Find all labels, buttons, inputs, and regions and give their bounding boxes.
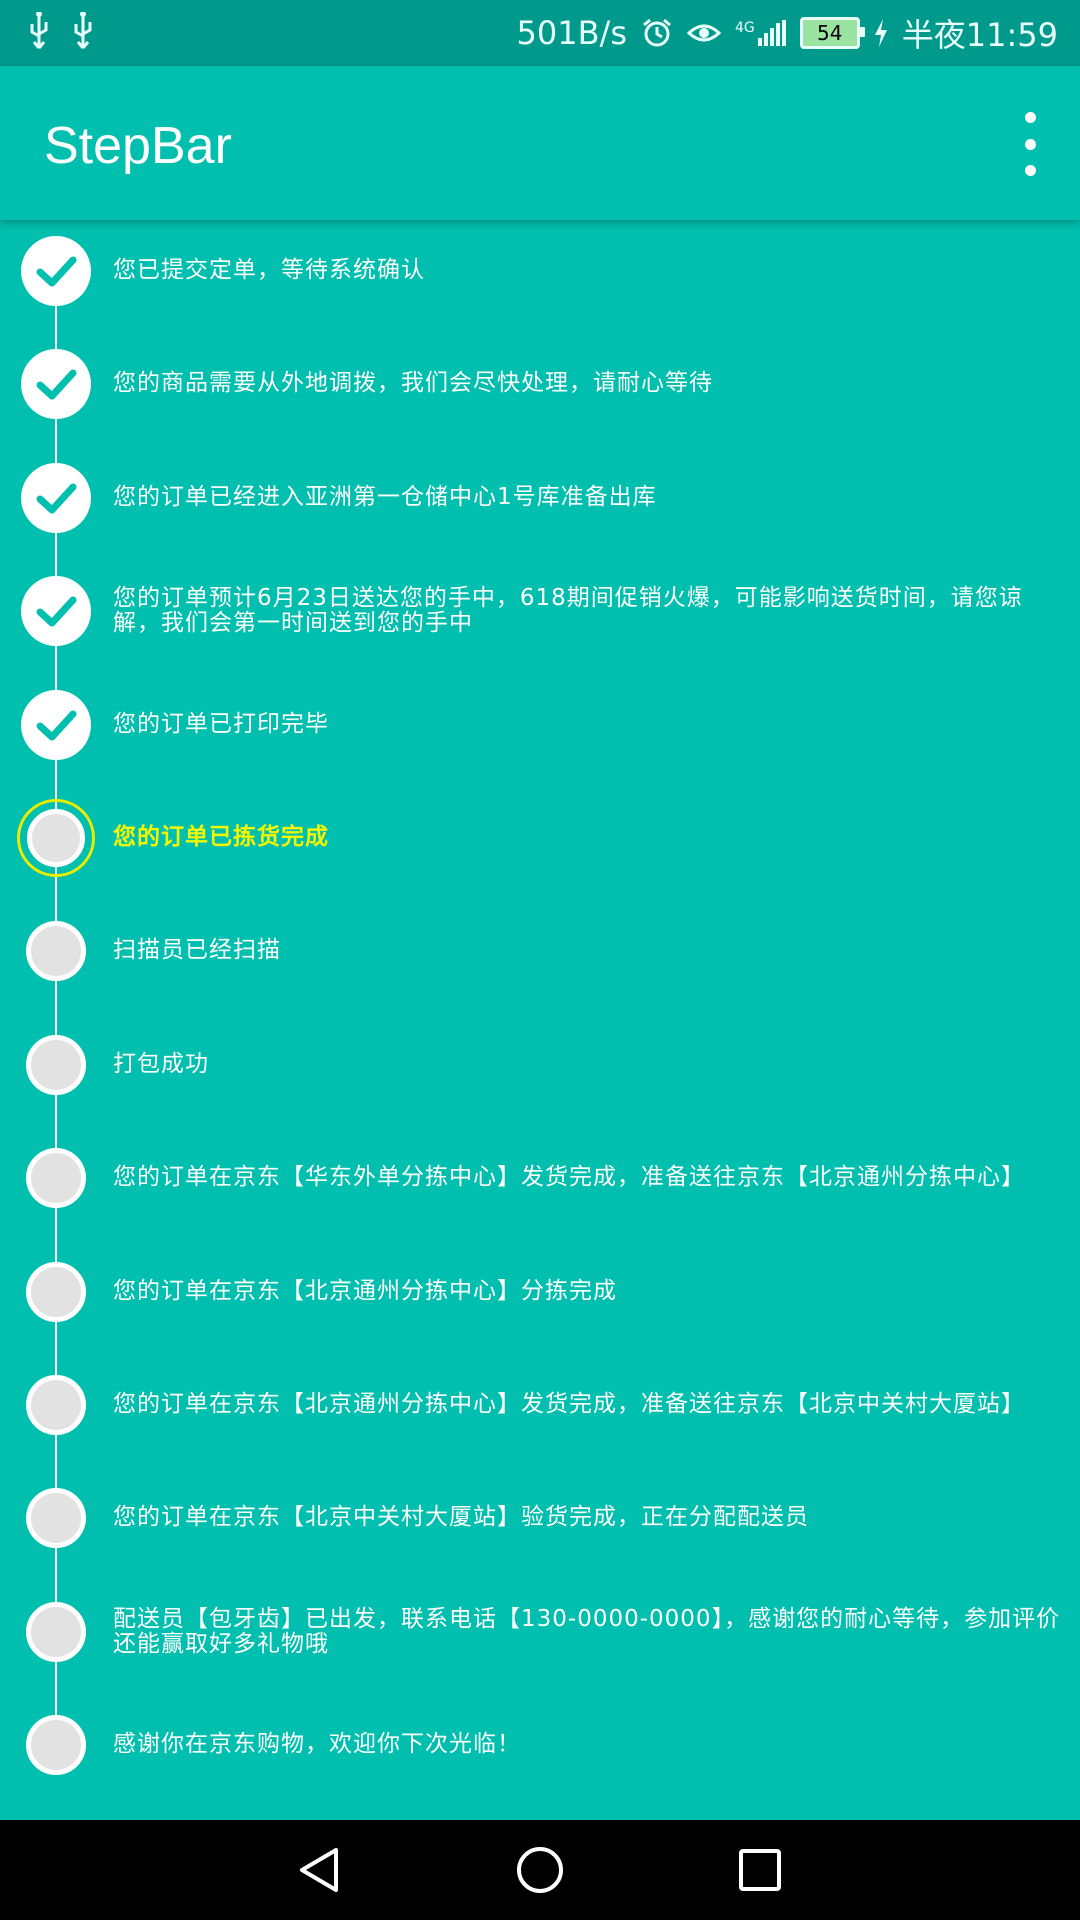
step-text: 您的订单在京东【北京通州分拣中心】分拣完成 — [113, 1277, 617, 1304]
step-text: 您已提交定单，等待系统确认 — [113, 257, 425, 283]
network-speed: 501B/s — [516, 14, 627, 52]
pending-step-indicator — [26, 1488, 86, 1549]
app-bar: StepBar — [0, 66, 1080, 220]
step-text: 您的订单已拣货完成 — [113, 824, 329, 850]
pending-step-indicator — [26, 1715, 86, 1776]
back-icon[interactable] — [292, 1842, 348, 1898]
pending-step-indicator — [26, 1601, 86, 1662]
network-type: 4G — [735, 20, 755, 36]
usb-icon — [74, 12, 92, 49]
step-text: 您的订单已经进入亚洲第一仓储中心1号库准备出库 — [113, 483, 657, 510]
battery-icon: 54 — [799, 17, 865, 49]
step-text: 您的订单预计6月23日送达您的手中，618期间促销火爆，可能影响送货时间，请您谅… — [113, 585, 1023, 637]
step-text: 扫描员已经扫描 — [113, 937, 281, 964]
current-step-indicator — [17, 799, 95, 877]
pending-step-indicator — [26, 1034, 86, 1095]
navigation-bar — [0, 1820, 1080, 1920]
clock: 半夜11:59 — [901, 16, 1058, 54]
step-text: 您的订单在京东【北京中关村大厦站】验货完成，正在分配配送员 — [113, 1504, 809, 1531]
app-title: StepBar — [44, 117, 232, 175]
usb-icon — [30, 12, 48, 49]
step-text: 感谢你在京东购物，欢迎你下次光临！ — [113, 1731, 521, 1758]
charging-icon — [874, 19, 887, 47]
step-text: 配送员【包牙齿】已出发，联系电话【130-0000-0000】，感谢您的耐心等待… — [113, 1605, 1061, 1657]
pending-step-indicator — [26, 1148, 86, 1209]
check-icon — [21, 689, 91, 760]
home-icon[interactable] — [512, 1842, 568, 1898]
step-list: 您已提交定单，等待系统确认 您的商品需要从外地调拨，我们会尽快处理，请耐心等待 您的… — [0, 220, 1080, 1820]
pending-step-indicator — [26, 921, 86, 982]
eye-icon — [687, 24, 721, 42]
step-text: 您的订单在京东【北京通州分拣中心】发货完成，准备送往京东【北京中关村大厦站】 — [113, 1391, 1025, 1417]
alarm-icon — [643, 18, 671, 47]
step-text: 打包成功 — [113, 1050, 209, 1077]
pending-step-indicator — [26, 1375, 86, 1435]
step-text: 您的订单在京东【华东外单分拣中心】发货完成，准备送往京东【北京通州分拣中心】 — [113, 1164, 1025, 1191]
check-icon — [21, 349, 91, 420]
step-text: 您的订单已打印完毕 — [113, 710, 329, 737]
check-icon — [21, 576, 91, 647]
battery-level: 54 — [817, 21, 843, 45]
check-icon — [21, 236, 91, 306]
more-vert-icon[interactable] — [1010, 112, 1050, 176]
step-text: 您的商品需要从外地调拨，我们会尽快处理，请耐心等待 — [113, 370, 713, 397]
status-bar: 501B/s 4G 54 半夜11:59 — [0, 0, 1080, 66]
pending-step-indicator — [26, 1261, 86, 1322]
recents-icon[interactable] — [732, 1842, 788, 1898]
step-circle — [27, 809, 85, 867]
signal-icon — [757, 20, 786, 46]
check-icon — [21, 462, 91, 533]
